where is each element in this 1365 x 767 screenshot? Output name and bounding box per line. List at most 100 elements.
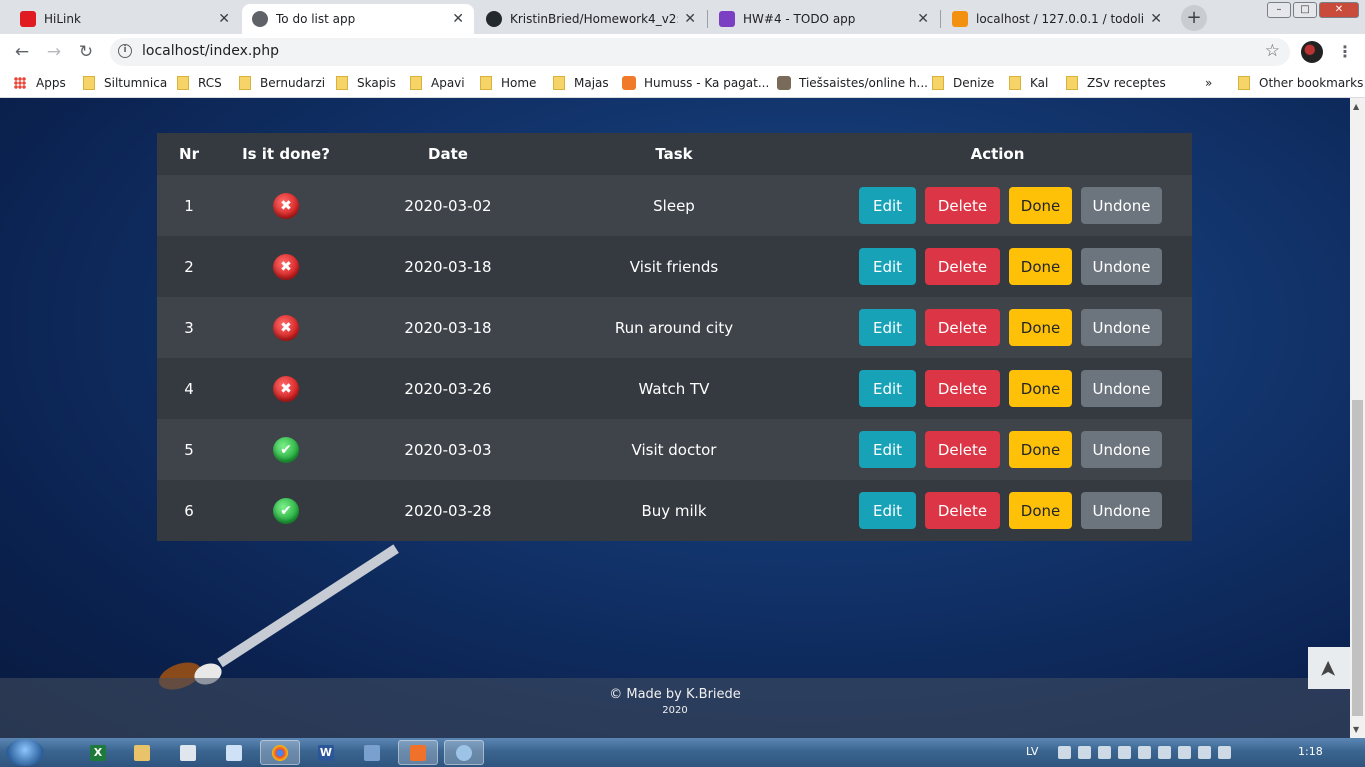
bookmark-folder[interactable]: Home [480,76,536,90]
delete-button[interactable]: Delete [925,431,1000,468]
maximize-button[interactable]: □ [1293,2,1317,18]
bookmarks-overflow-button[interactable]: » [1205,76,1212,90]
done-button[interactable]: Done [1009,431,1072,468]
edit-button[interactable]: Edit [859,187,916,224]
edit-button[interactable]: Edit [859,309,916,346]
tab-todo[interactable]: To do list app ✕ [242,4,474,34]
edit-button[interactable]: Edit [859,370,916,407]
volume-icon[interactable] [1198,746,1211,759]
tab-hw4[interactable]: HW#4 - TODO app ✕ [709,4,939,34]
scroll-down-icon[interactable]: ▼ [1353,725,1359,734]
start-button[interactable] [6,739,44,766]
delete-button[interactable]: Delete [925,248,1000,285]
footer: © Made by K.Briede 2020 [0,678,1350,738]
bookmark-apps[interactable]: Apps [14,76,66,90]
close-icon[interactable]: ✕ [452,11,464,27]
taskbar-paint[interactable] [444,740,484,765]
system-tray [1058,746,1231,759]
bookmark-folder[interactable]: Denize [932,76,994,90]
bookmark-folder[interactable]: Apavi [410,76,465,90]
tray-icon[interactable] [1158,746,1171,759]
taskbar-word[interactable]: W [306,740,346,765]
power-icon[interactable] [1218,746,1231,759]
cell-date: 2020-03-26 [351,358,545,419]
tab-phpmyadmin[interactable]: localhost / 127.0.0.1 / todolist / ✕ [942,4,1172,34]
tab-hilink[interactable]: HiLink ✕ [10,4,240,34]
done-button[interactable]: Done [1009,187,1072,224]
done-button[interactable]: Done [1009,492,1072,529]
delete-button[interactable]: Delete [925,492,1000,529]
delete-button[interactable]: Delete [925,309,1000,346]
close-icon[interactable]: ✕ [1150,11,1162,27]
bookmark-label: RCS [198,76,222,90]
bookmark-other[interactable]: Other bookmarks [1238,76,1363,90]
bookmark-folder[interactable]: Bernudarzi [239,76,325,90]
bookmark-folder[interactable]: Siltumnica [83,76,167,90]
scrollbar-thumb[interactable] [1352,400,1363,716]
taskbar-xampp[interactable] [398,740,438,765]
bookmark-star-icon[interactable]: ☆ [1265,41,1280,61]
close-icon[interactable]: ✕ [917,11,929,27]
xampp-tray-icon[interactable] [1058,746,1071,759]
language-indicator[interactable]: LV [1026,745,1038,758]
undone-button[interactable]: Undone [1081,431,1162,468]
reload-icon[interactable]: ↻ [74,40,98,64]
table-row: 4 ✖ 2020-03-26 Watch TV Edit Delete Done Undone [157,358,1192,419]
close-window-button[interactable]: ✕ [1319,2,1359,18]
undone-button[interactable]: Undone [1081,370,1162,407]
scroll-up-icon[interactable]: ▲ [1353,102,1359,111]
close-icon[interactable]: ✕ [684,11,696,27]
taskbar-chrome[interactable] [260,740,300,765]
done-button[interactable]: Done [1009,309,1072,346]
flag-icon[interactable] [1138,746,1151,759]
delete-button[interactable]: Delete [925,187,1000,224]
delete-button[interactable]: Delete [925,370,1000,407]
info-icon[interactable]: i [118,44,132,58]
address-bar[interactable]: i localhost/index.php ☆ [110,38,1290,66]
taskbar-explorer[interactable] [122,740,162,765]
edit-button[interactable]: Edit [859,431,916,468]
cell-nr: 3 [157,297,221,358]
bookmark-folder[interactable]: Kal [1009,76,1048,90]
word-icon: W [318,744,334,761]
bookmark-label: Denize [953,76,995,90]
folder-icon [1066,76,1078,90]
undone-button[interactable]: Undone [1081,309,1162,346]
cell-nr: 4 [157,358,221,419]
edit-button[interactable]: Edit [859,248,916,285]
new-tab-button[interactable]: + [1181,5,1207,31]
tray-icon[interactable] [1098,746,1111,759]
forward-icon[interactable]: → [42,40,66,64]
clock[interactable]: 1:18 [1298,745,1323,758]
tray-icon[interactable] [1078,746,1091,759]
done-button[interactable]: Done [1009,370,1072,407]
tray-icon[interactable] [1178,746,1191,759]
taskbar-excel[interactable]: X [78,740,118,765]
undone-button[interactable]: Undone [1081,492,1162,529]
cell-actions: Edit Delete Done Undone [803,297,1192,358]
bookmark-folder[interactable]: ZSv receptes [1066,76,1166,90]
taskbar-app[interactable] [352,740,392,765]
close-icon[interactable]: ✕ [218,11,230,27]
folder-icon [336,76,348,90]
profile-avatar[interactable] [1301,41,1323,63]
cell-is-done: ✖ [221,175,351,236]
taskbar-notepad[interactable] [214,740,254,765]
back-icon[interactable]: ← [10,40,34,64]
network-icon[interactable] [1118,746,1131,759]
bookmark-humuss[interactable]: Humuss - Ka pagat... [622,76,769,90]
edit-button[interactable]: Edit [859,492,916,529]
menu-icon[interactable]: ⋮ [1337,42,1353,61]
done-button[interactable]: Done [1009,248,1072,285]
back-to-top-button[interactable]: ➤ [1308,647,1350,689]
page-scrollbar[interactable]: ▲ ▼ [1350,98,1365,738]
undone-button[interactable]: Undone [1081,248,1162,285]
tab-github[interactable]: KristinBried/Homework4_v2: Rig ✕ [476,4,706,34]
bookmark-folder[interactable]: Skapis [336,76,396,90]
undone-button[interactable]: Undone [1081,187,1162,224]
minimize-button[interactable]: – [1267,2,1291,18]
taskbar-calculator[interactable] [168,740,208,765]
bookmark-folder[interactable]: Majas [553,76,609,90]
bookmark-online[interactable]: Tiešsaistes/online h... [777,76,928,90]
bookmark-folder[interactable]: RCS [177,76,222,90]
